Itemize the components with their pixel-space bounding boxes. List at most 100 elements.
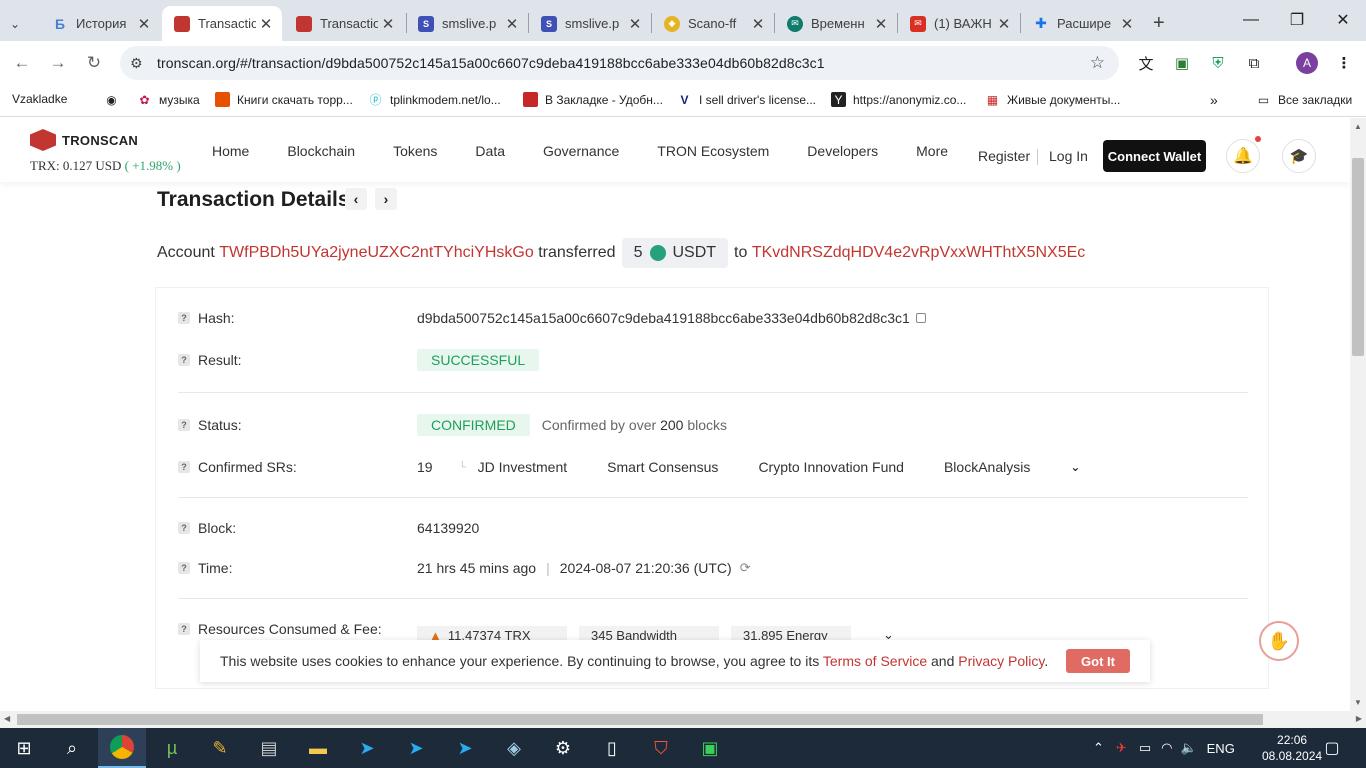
tab-important[interactable]: ✉ (1) ВАЖН ✕ bbox=[898, 6, 1020, 41]
profile-avatar[interactable]: A bbox=[1296, 52, 1318, 74]
app-icon[interactable]: ▤ bbox=[245, 728, 293, 768]
privacy-link[interactable]: Privacy Policy bbox=[958, 653, 1044, 669]
folder-icon[interactable]: ▬ bbox=[294, 728, 342, 768]
vertical-scrollbar[interactable]: ▲ ▼ bbox=[1350, 118, 1366, 711]
help-icon[interactable]: ? bbox=[178, 312, 190, 324]
restore-icon[interactable]: ❐ bbox=[1274, 0, 1320, 40]
horizontal-scrollbar[interactable]: ◀ ▶ bbox=[0, 711, 1366, 728]
language-indicator[interactable]: ENG bbox=[1207, 741, 1235, 756]
tab-transaction-active[interactable]: Transactio ✕ bbox=[162, 6, 282, 41]
bookmark-item[interactable]: В Закладке - Удобн... bbox=[523, 92, 663, 107]
bookmark-star-icon[interactable]: ☆ bbox=[1090, 53, 1105, 73]
app-icon[interactable]: ▣ bbox=[686, 728, 734, 768]
help-icon[interactable]: ? bbox=[178, 522, 190, 534]
copy-icon[interactable] bbox=[915, 313, 926, 323]
telegram-icon[interactable]: ➤ bbox=[441, 728, 489, 768]
nav-governance[interactable]: Governance bbox=[543, 143, 619, 159]
chevron-down-icon[interactable]: ⌄ bbox=[1070, 460, 1080, 474]
document-icon[interactable]: ▯ bbox=[588, 728, 636, 768]
volume-icon[interactable]: 🔈 bbox=[1180, 740, 1196, 756]
translate-icon[interactable]: 文 bbox=[1134, 51, 1158, 75]
close-icon[interactable]: ✕ bbox=[502, 15, 522, 33]
tab-search-button[interactable]: ⌄ bbox=[4, 6, 32, 41]
sr-link[interactable]: Smart Consensus bbox=[607, 459, 718, 475]
extensions-puzzle-icon[interactable]: ⧉ bbox=[1242, 51, 1266, 75]
app-icon[interactable]: ✎ bbox=[196, 728, 244, 768]
from-address-link[interactable]: TWfPBDh5UYa2jyneUZXC2ntTYhciYHskGo bbox=[219, 244, 533, 262]
brave-icon[interactable]: ⛉ bbox=[637, 728, 685, 768]
close-icon[interactable]: ✕ bbox=[134, 15, 154, 33]
scroll-down-icon[interactable]: ▼ bbox=[1354, 698, 1362, 707]
tronscan-logo[interactable]: TRONSCAN bbox=[30, 129, 138, 151]
help-icon[interactable]: ? bbox=[178, 562, 190, 574]
menu-kebab-icon[interactable]: ⋮ bbox=[1332, 51, 1356, 75]
next-transaction-button[interactable]: › bbox=[375, 188, 397, 210]
tab-temp[interactable]: ✉ Временн ✕ bbox=[775, 6, 897, 41]
timezone-switch-icon[interactable]: ⟳ bbox=[740, 560, 751, 576]
tab-extensions[interactable]: ✚ Расшире ✕ bbox=[1021, 6, 1143, 41]
nav-developers[interactable]: Developers bbox=[807, 143, 878, 159]
settings-icon[interactable]: ⚙ bbox=[539, 728, 587, 768]
bookmark-item[interactable]: ◉ bbox=[104, 92, 126, 107]
close-window-icon[interactable]: ✕ bbox=[1320, 0, 1366, 40]
bookmark-item[interactable]: Книги скачать торр... bbox=[215, 92, 353, 107]
register-link[interactable]: Register bbox=[978, 148, 1030, 164]
close-icon[interactable]: ✕ bbox=[625, 15, 645, 33]
support-icon[interactable]: ✋ bbox=[1259, 621, 1299, 661]
utorrent-icon[interactable]: µ bbox=[148, 728, 196, 768]
help-icon[interactable]: ? bbox=[178, 461, 190, 473]
bookmark-item[interactable]: Vzakladke bbox=[12, 92, 67, 106]
help-icon[interactable]: ? bbox=[178, 354, 190, 366]
nav-data[interactable]: Data bbox=[475, 143, 505, 159]
tray-expand-icon[interactable]: ⌃ bbox=[1093, 740, 1104, 756]
shield-icon[interactable]: ⛨ bbox=[1206, 51, 1230, 75]
close-icon[interactable]: ✕ bbox=[256, 15, 276, 33]
bookmark-item[interactable]: VI sell driver's license... bbox=[677, 92, 816, 107]
scroll-left-icon[interactable]: ◀ bbox=[4, 714, 10, 723]
forward-icon[interactable]: → bbox=[46, 51, 70, 75]
start-icon[interactable]: ⊞ bbox=[0, 728, 48, 768]
bookmark-item[interactable]: ✿ музыка bbox=[137, 92, 199, 107]
extension-icon[interactable]: ▣ bbox=[1170, 51, 1194, 75]
url-text[interactable]: tronscan.org/#/transaction/d9bda500752c1… bbox=[157, 55, 825, 71]
tab-history[interactable]: Ƃ История ✕ bbox=[40, 6, 160, 41]
app-icon[interactable]: ◈ bbox=[490, 728, 538, 768]
more-bookmarks-icon[interactable]: » bbox=[1210, 92, 1218, 108]
sr-link[interactable]: JD Investment bbox=[478, 459, 567, 475]
terms-link[interactable]: Terms of Service bbox=[823, 653, 927, 669]
notification-bell-icon[interactable]: 🔔 bbox=[1226, 136, 1261, 173]
sr-link[interactable]: BlockAnalysis bbox=[944, 459, 1030, 475]
academy-icon[interactable]: 🎓 bbox=[1282, 139, 1316, 173]
login-link[interactable]: Log In bbox=[1049, 148, 1088, 164]
notifications-icon[interactable]: ▢ bbox=[1308, 728, 1356, 768]
got-it-button[interactable]: Got It bbox=[1066, 649, 1130, 673]
close-icon[interactable]: ✕ bbox=[748, 15, 768, 33]
scroll-right-icon[interactable]: ▶ bbox=[1356, 714, 1362, 723]
sr-link[interactable]: Crypto Innovation Fund bbox=[758, 459, 904, 475]
block-value[interactable]: 64139920 bbox=[417, 517, 479, 539]
help-icon[interactable]: ? bbox=[178, 623, 190, 635]
tab-smslive-1[interactable]: S smslive.p ✕ bbox=[406, 6, 528, 41]
prev-transaction-button[interactable]: ‹ bbox=[345, 188, 367, 210]
tray-app-icon[interactable]: ✈ bbox=[1116, 740, 1127, 756]
new-tab-button[interactable]: + bbox=[1147, 6, 1177, 41]
to-address-link[interactable]: TKvdNRSZdqHDV4e2vRpVxxWHThtX5NX5Ec bbox=[752, 244, 1085, 262]
scroll-up-icon[interactable]: ▲ bbox=[1354, 122, 1362, 131]
all-bookmarks-button[interactable]: ▭ Все закладки bbox=[1256, 92, 1352, 107]
tab-scano[interactable]: ◆ Scano-ff ✕ bbox=[652, 6, 774, 41]
nav-more[interactable]: More bbox=[916, 143, 948, 159]
scroll-thumb[interactable] bbox=[1352, 158, 1364, 356]
nav-tron-ecosystem[interactable]: TRON Ecosystem bbox=[657, 143, 769, 159]
telegram-icon[interactable]: ➤ bbox=[392, 728, 440, 768]
minimize-icon[interactable]: — bbox=[1228, 0, 1274, 40]
search-icon[interactable]: ⌕ bbox=[48, 728, 96, 768]
back-icon[interactable]: ← bbox=[10, 51, 34, 75]
bookmark-item[interactable]: Yhttps://anonymiz.co... bbox=[831, 92, 966, 107]
nav-home[interactable]: Home bbox=[212, 143, 249, 159]
url-bar[interactable]: ⚙ tronscan.org/#/transaction/d9bda500752… bbox=[120, 46, 1119, 80]
nav-blockchain[interactable]: Blockchain bbox=[287, 143, 355, 159]
close-icon[interactable]: ✕ bbox=[1117, 15, 1137, 33]
nav-tokens[interactable]: Tokens bbox=[393, 143, 437, 159]
bookmark-item[interactable]: ▦ Живые документы... bbox=[985, 92, 1121, 107]
bookmark-item[interactable]: ⓟ tplinkmodem.net/lo... bbox=[368, 92, 500, 108]
